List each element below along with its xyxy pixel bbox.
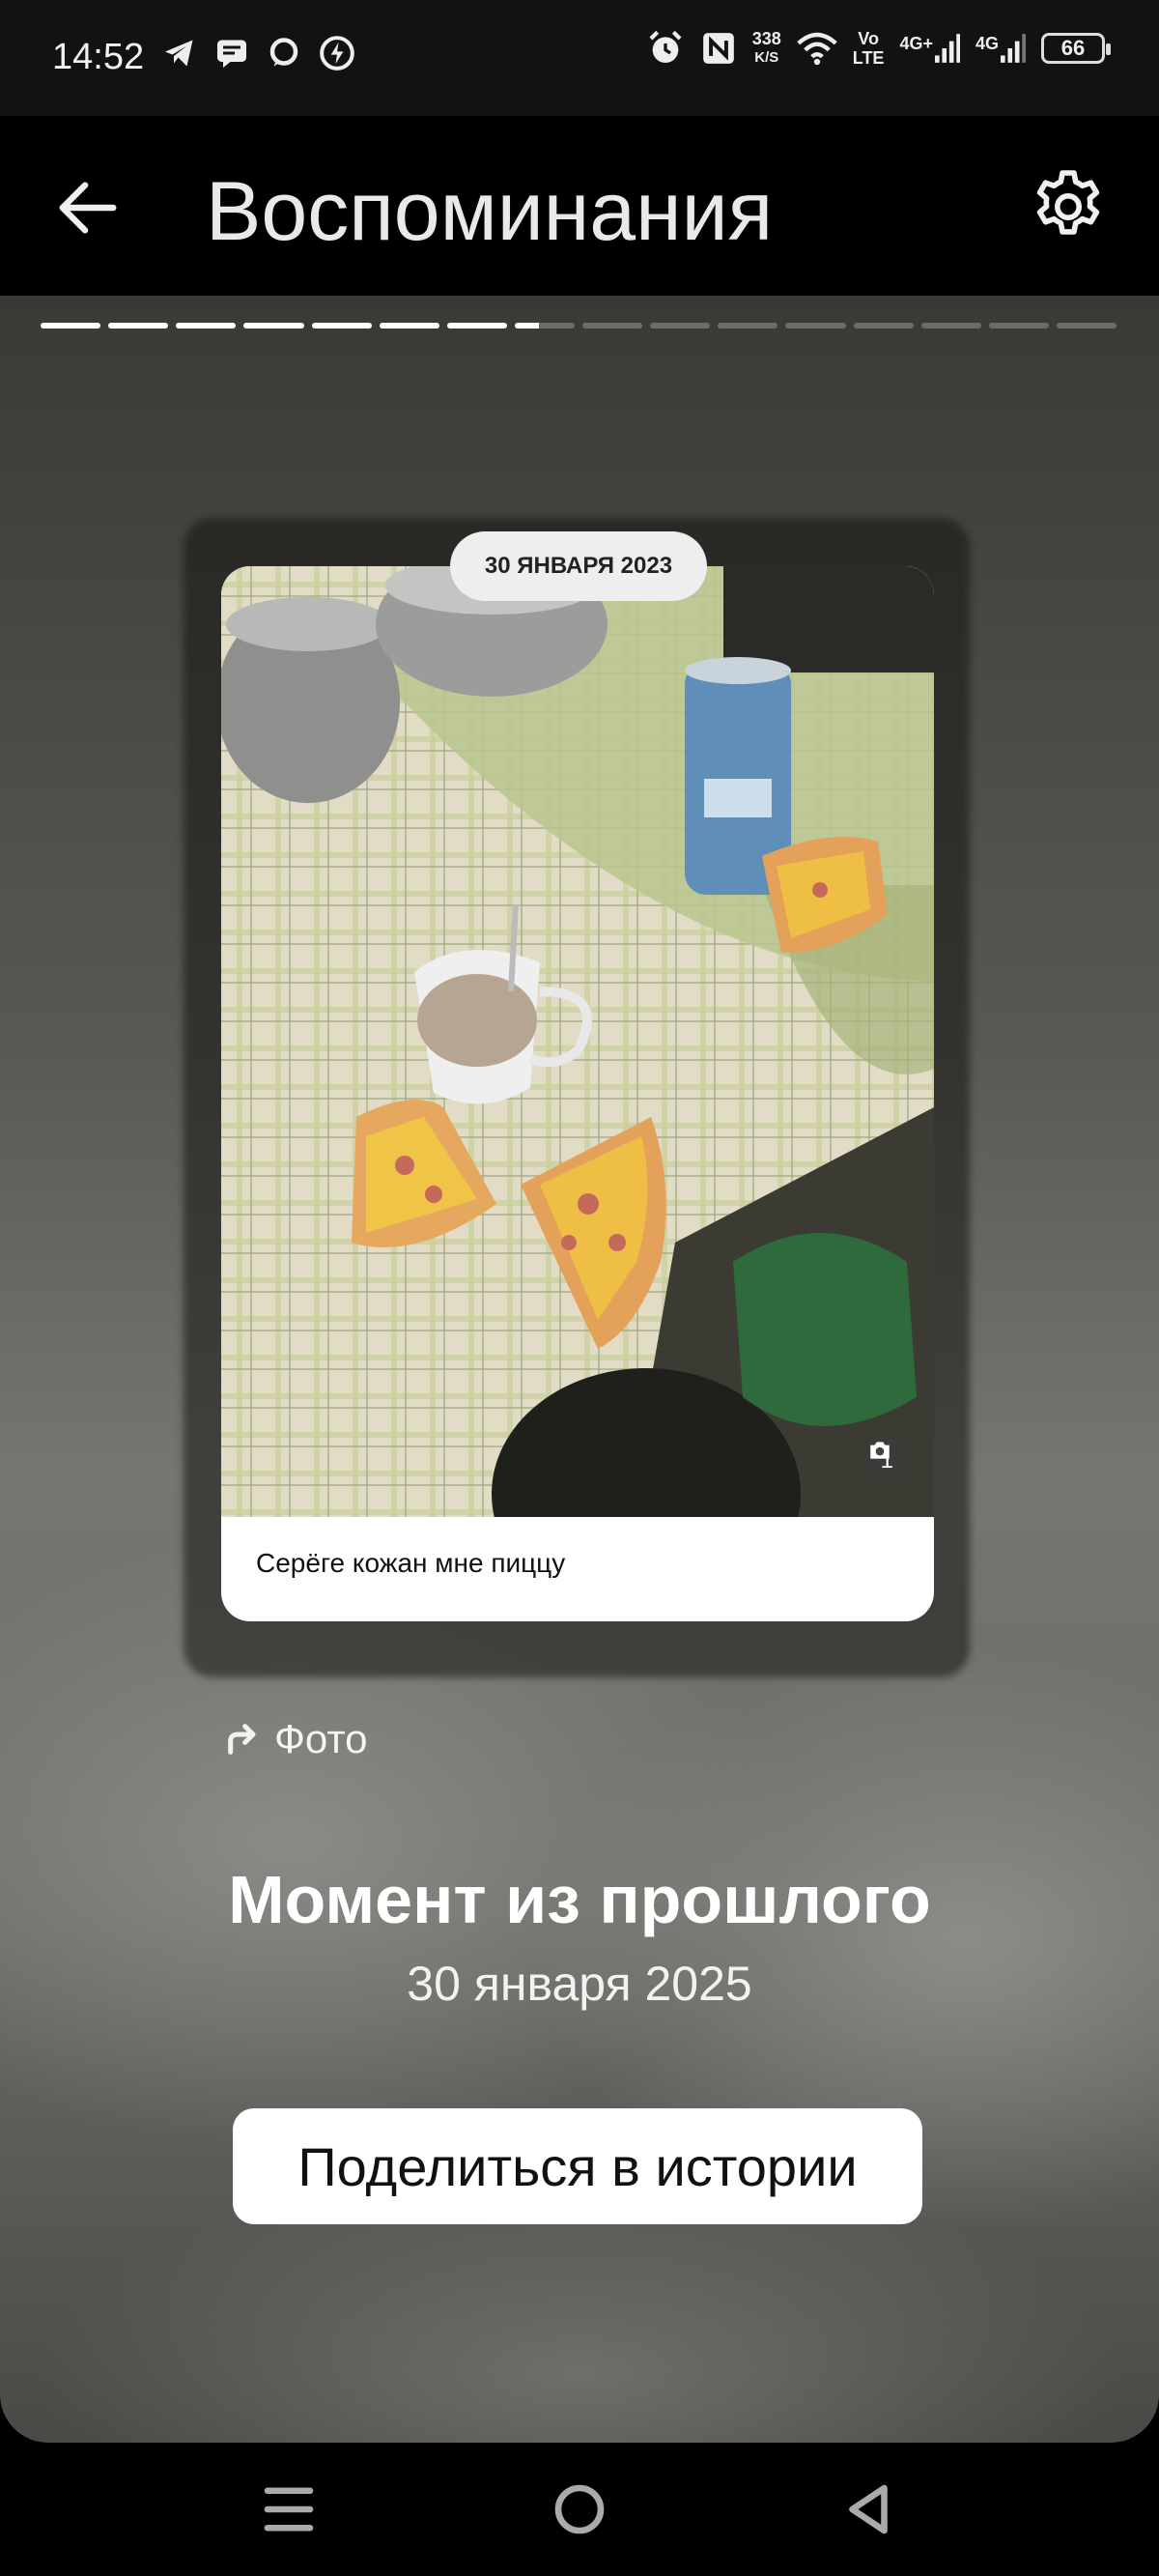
progress-segment (785, 323, 846, 329)
app-header: Воспоминания (0, 116, 1159, 296)
progress-segment (582, 323, 643, 329)
memory-card[interactable]: 1 Серёге кожан мне пиццу (221, 566, 934, 1621)
notification-icons (162, 35, 355, 72)
share-to-story-button[interactable]: Поделиться в истории (233, 2108, 922, 2224)
status-time: 14:52 (52, 37, 145, 77)
progress-segment (514, 323, 575, 329)
signal-bars-icon (1001, 34, 1026, 63)
progress-segment (243, 323, 304, 329)
share-arrow-icon (228, 1724, 256, 1755)
menu-icon[interactable] (257, 2477, 321, 2541)
memory-date-chip: 30 ЯНВАРЯ 2023 (450, 531, 707, 601)
progress-segment (650, 323, 711, 329)
progress-segment (446, 323, 507, 329)
chat-bubble-icon (269, 38, 298, 67)
progress-segment (718, 323, 778, 329)
arrow-left-icon[interactable] (54, 174, 122, 242)
memory-story[interactable]: 1 Серёге кожан мне пиццу 30 ЯНВАРЯ 2023 … (0, 296, 1159, 2443)
volte-indicator: Vo LTE (852, 29, 885, 68)
progress-segment (108, 323, 169, 329)
system-nav-bar (0, 2443, 1159, 2576)
photo-count-badge: 1 (866, 1440, 907, 1482)
progress-segment (920, 323, 981, 329)
story-progress (41, 323, 1117, 329)
page-title: Воспоминания (206, 165, 774, 258)
wifi-icon (797, 32, 837, 66)
system-icons: 338 K/S Vo LTE 4G+ 4G 66 (646, 29, 1111, 68)
signal-1: 4G+ (899, 34, 960, 63)
source-label: Фото (224, 1716, 368, 1762)
camera-icon (869, 1442, 890, 1459)
progress-segment (988, 323, 1049, 329)
photo-illustration (221, 566, 934, 1517)
progress-segment (853, 323, 914, 329)
home-icon[interactable] (548, 2477, 611, 2541)
status-bar: 14:52 338 K/S Vo LTE 4G+ 4G 66 (0, 0, 1159, 116)
alarm-icon (649, 30, 682, 63)
moment-date: 30 января 2025 (407, 1957, 752, 2011)
gear-icon[interactable] (1028, 166, 1109, 247)
progress-segment (311, 323, 372, 329)
telegram-icon (165, 40, 193, 67)
network-speed: 338 K/S (751, 29, 781, 66)
nfc-icon (702, 33, 734, 64)
signal-2: 4G (975, 34, 1026, 63)
moment-title: Момент из прошлого (228, 1862, 931, 1937)
memory-photo[interactable]: 1 (221, 566, 934, 1517)
progress-segment (1056, 323, 1117, 329)
back-icon[interactable] (836, 2477, 900, 2541)
photo-caption: Серёге кожан мне пиццу (256, 1548, 566, 1578)
progress-segment (176, 323, 237, 329)
messenger-icon (320, 36, 354, 71)
signal-bars-icon (934, 34, 960, 63)
message-icon (217, 40, 246, 68)
progress-segment (379, 323, 439, 329)
progress-segment (41, 323, 101, 329)
battery-indicator: 66 (1041, 33, 1111, 64)
